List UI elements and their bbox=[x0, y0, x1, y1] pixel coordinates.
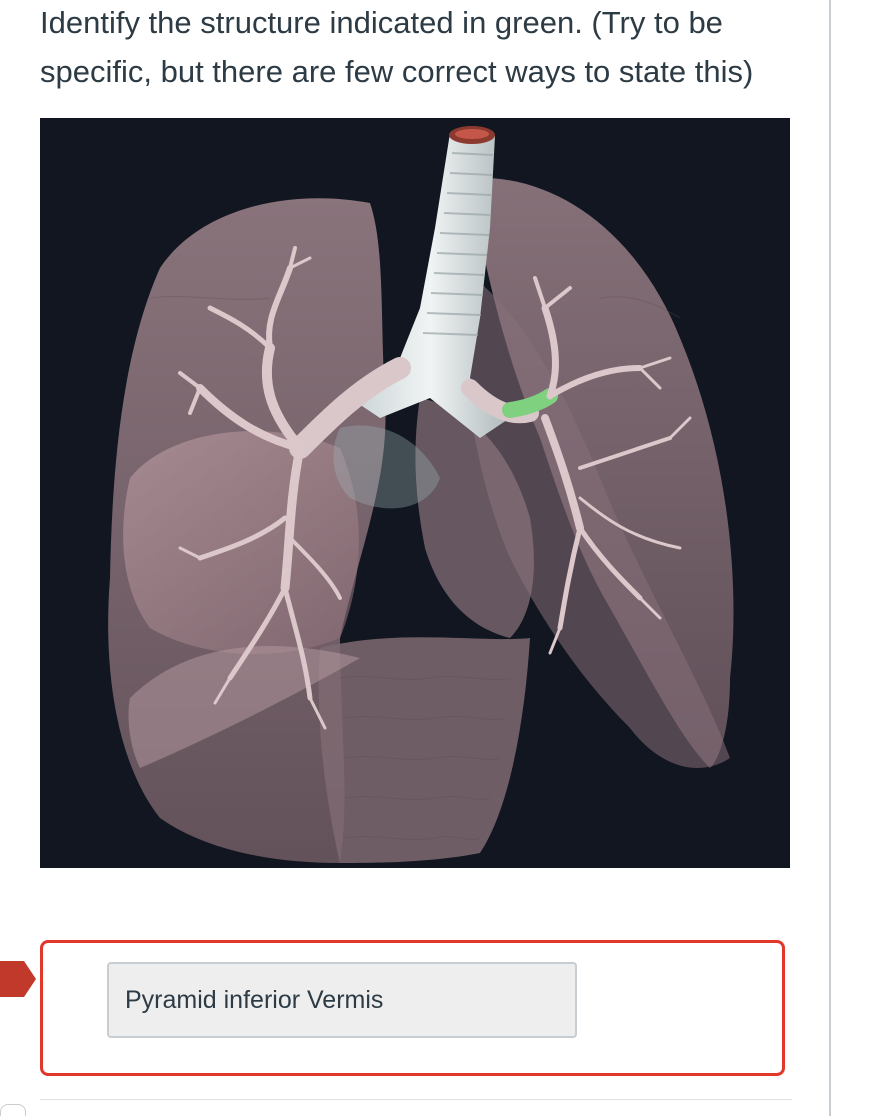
question-text: Identify the structure indicated in gree… bbox=[40, 5, 754, 89]
next-question-edge bbox=[0, 1104, 26, 1116]
incorrect-arrow-icon bbox=[0, 961, 36, 997]
question-separator bbox=[40, 1099, 792, 1100]
answer-text-field[interactable]: Pyramid inferior Vermis bbox=[107, 962, 577, 1038]
lung-illustration bbox=[108, 126, 734, 863]
quiz-question-page: Identify the structure indicated in gree… bbox=[0, 0, 882, 1116]
content-divider bbox=[829, 0, 831, 1116]
lung-anatomy-image bbox=[40, 118, 790, 868]
answer-container: Pyramid inferior Vermis bbox=[40, 940, 785, 1076]
